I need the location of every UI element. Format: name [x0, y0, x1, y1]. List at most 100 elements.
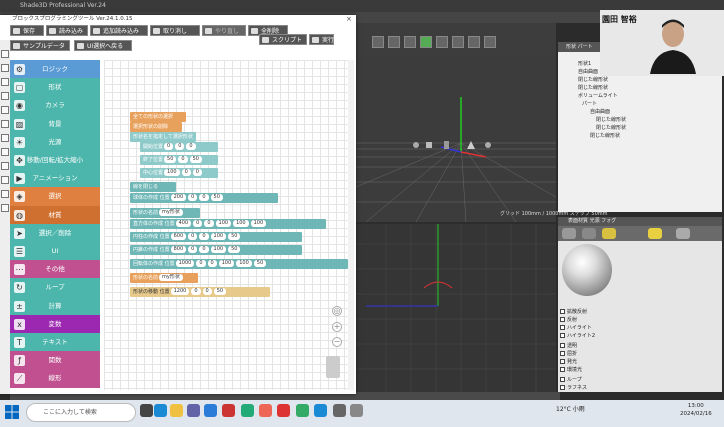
code-block[interactable]: 球体の作成 位置 200 0 0 50	[130, 193, 278, 203]
block-value-field[interactable]: 0	[191, 288, 201, 295]
material-row[interactable]: ハイライト	[560, 324, 720, 332]
block-value-field[interactable]: my形状	[159, 274, 183, 281]
category-10[interactable]: ➤ 選択／削除	[10, 223, 100, 243]
category-12[interactable]: ⋯ その他	[10, 260, 100, 280]
task-view-icon[interactable]	[140, 404, 153, 417]
toolbar-tool-icon[interactable]	[420, 36, 432, 48]
block-value-field[interactable]: 50	[228, 246, 241, 253]
block-value-field[interactable]: 100	[210, 246, 227, 253]
tree-item[interactable]: 自由曲面	[590, 108, 610, 115]
tool-icon[interactable]	[1, 176, 9, 184]
block-value-field[interactable]: 100	[164, 169, 180, 176]
code-block[interactable]: 全ての形状の選択	[130, 112, 186, 122]
code-block[interactable]: 終了位置 50 0 50	[140, 155, 218, 165]
app-icon[interactable]	[259, 404, 272, 417]
block-value-field[interactable]: 0	[199, 233, 209, 240]
tool-icon[interactable]	[1, 190, 9, 198]
tool-icon[interactable]	[1, 204, 9, 212]
code-block[interactable]: 形状名を指定して選択形状	[130, 132, 196, 142]
tree-item[interactable]: 閉じた線形状	[578, 76, 608, 83]
windows-start-icon[interactable]	[4, 404, 20, 420]
sample-data-button[interactable]: サンプルデータ	[10, 40, 70, 51]
app-icon[interactable]	[222, 404, 235, 417]
explorer-icon[interactable]	[170, 404, 183, 417]
block-value-field[interactable]: 100	[210, 233, 227, 240]
tree-item[interactable]: 閉じた線形状	[590, 132, 620, 139]
clock[interactable]: 13:00 2024/02/16	[680, 402, 712, 418]
teams-icon[interactable]	[187, 404, 200, 417]
top-viewport[interactable]	[356, 224, 556, 392]
code-block[interactable]: 選択形状の削除	[130, 122, 182, 132]
zoom-in-icon[interactable]: +	[332, 322, 342, 332]
checkbox-icon[interactable]	[560, 333, 565, 338]
checkbox-icon[interactable]	[560, 359, 565, 364]
tree-item[interactable]: 形状1	[578, 60, 591, 67]
toolbar-tool-icon[interactable]	[436, 36, 448, 48]
weather-widget[interactable]: 12°C 小雨	[556, 404, 585, 413]
tree-item[interactable]: 閉じた線形状	[596, 124, 626, 131]
block-value-field[interactable]: 0	[188, 246, 198, 253]
block-value-field[interactable]: 600	[170, 233, 187, 240]
block-value-field[interactable]: 50	[189, 156, 202, 163]
material-tab-icon[interactable]	[648, 228, 662, 239]
block-value-field[interactable]: 0	[181, 169, 191, 176]
load-button[interactable]: 読み込み	[46, 25, 88, 36]
app-icon[interactable]	[350, 404, 363, 417]
script-button[interactable]: スクリプト	[259, 34, 307, 45]
block-value-field[interactable]: 1000	[175, 260, 195, 267]
category-9[interactable]: ◍ 材質	[10, 205, 100, 225]
tree-item[interactable]: 自由曲面	[578, 68, 598, 75]
block-value-field[interactable]: 0	[199, 194, 209, 201]
checkbox-icon[interactable]	[560, 309, 565, 314]
checkbox-icon[interactable]	[560, 377, 565, 382]
tool-icon[interactable]	[1, 106, 9, 114]
material-row[interactable]: ラフネス	[560, 384, 720, 392]
toolbar-tool-icon[interactable]	[372, 36, 384, 48]
material-row[interactable]: 透明	[560, 342, 720, 350]
code-block[interactable]: 開始位置 0 0 0	[140, 142, 218, 152]
block-value-field[interactable]: 0	[196, 260, 206, 267]
tool-icon[interactable]	[1, 64, 9, 72]
category-7[interactable]: ▶ アニメーション	[10, 169, 100, 189]
material-tab-icon[interactable]	[602, 228, 616, 239]
tree-item[interactable]: ボリュームライト	[578, 92, 618, 99]
material-row[interactable]: 発光	[560, 358, 720, 366]
category-3[interactable]: ◉ カメラ	[10, 96, 100, 116]
block-value-field[interactable]: 0	[202, 288, 212, 295]
block-value-field[interactable]: 0	[175, 143, 185, 150]
checkbox-icon[interactable]	[560, 325, 565, 330]
checkbox-icon[interactable]	[560, 367, 565, 372]
block-value-field[interactable]: 50	[228, 233, 241, 240]
block-value-field[interactable]: 0	[192, 169, 202, 176]
category-5[interactable]: ☀ 光源	[10, 132, 100, 152]
block-value-field[interactable]: 100	[218, 260, 235, 267]
material-tab-icon[interactable]	[582, 228, 596, 239]
toolbar-tool-icon[interactable]	[404, 36, 416, 48]
block-value-field[interactable]: 100	[236, 260, 252, 267]
code-block[interactable]: 直方体の作成 位置 400 0 0 100 100 100	[130, 219, 326, 229]
category-11[interactable]: ☰ UI	[10, 242, 100, 261]
redo-button[interactable]: やり直し	[202, 25, 246, 36]
block-value-field[interactable]: 50	[213, 288, 227, 295]
category-13[interactable]: ↻ ループ	[10, 278, 100, 298]
undo-button[interactable]: 取り消し	[150, 25, 200, 36]
code-block[interactable]: 線を閉じる	[130, 182, 176, 192]
zoom-reset-icon[interactable]: ◎	[332, 306, 342, 316]
toolbar-tool-icon[interactable]	[452, 36, 464, 48]
block-value-field[interactable]: 0	[164, 143, 174, 150]
block-value-field[interactable]: 50	[253, 260, 267, 267]
category-8[interactable]: ◈ 選択	[10, 187, 100, 207]
tree-item[interactable]: 閉じた線形状	[596, 116, 626, 123]
zoom-out-icon[interactable]: −	[332, 337, 342, 347]
close-icon[interactable]: ×	[346, 15, 352, 23]
category-1[interactable]: ⚙ ロジック	[10, 60, 100, 79]
vscode-icon[interactable]	[204, 404, 217, 417]
code-block[interactable]: 円錐の作成 位置 800 0 0 100 50	[130, 245, 302, 255]
block-value-field[interactable]: 50	[164, 156, 177, 163]
tool-icon[interactable]	[1, 92, 9, 100]
app-icon[interactable]	[314, 404, 327, 417]
category-15[interactable]: x 変数	[10, 314, 100, 334]
tree-item[interactable]: パート	[582, 100, 597, 107]
app-icon[interactable]	[296, 404, 309, 417]
block-value-field[interactable]: 0	[188, 194, 198, 201]
